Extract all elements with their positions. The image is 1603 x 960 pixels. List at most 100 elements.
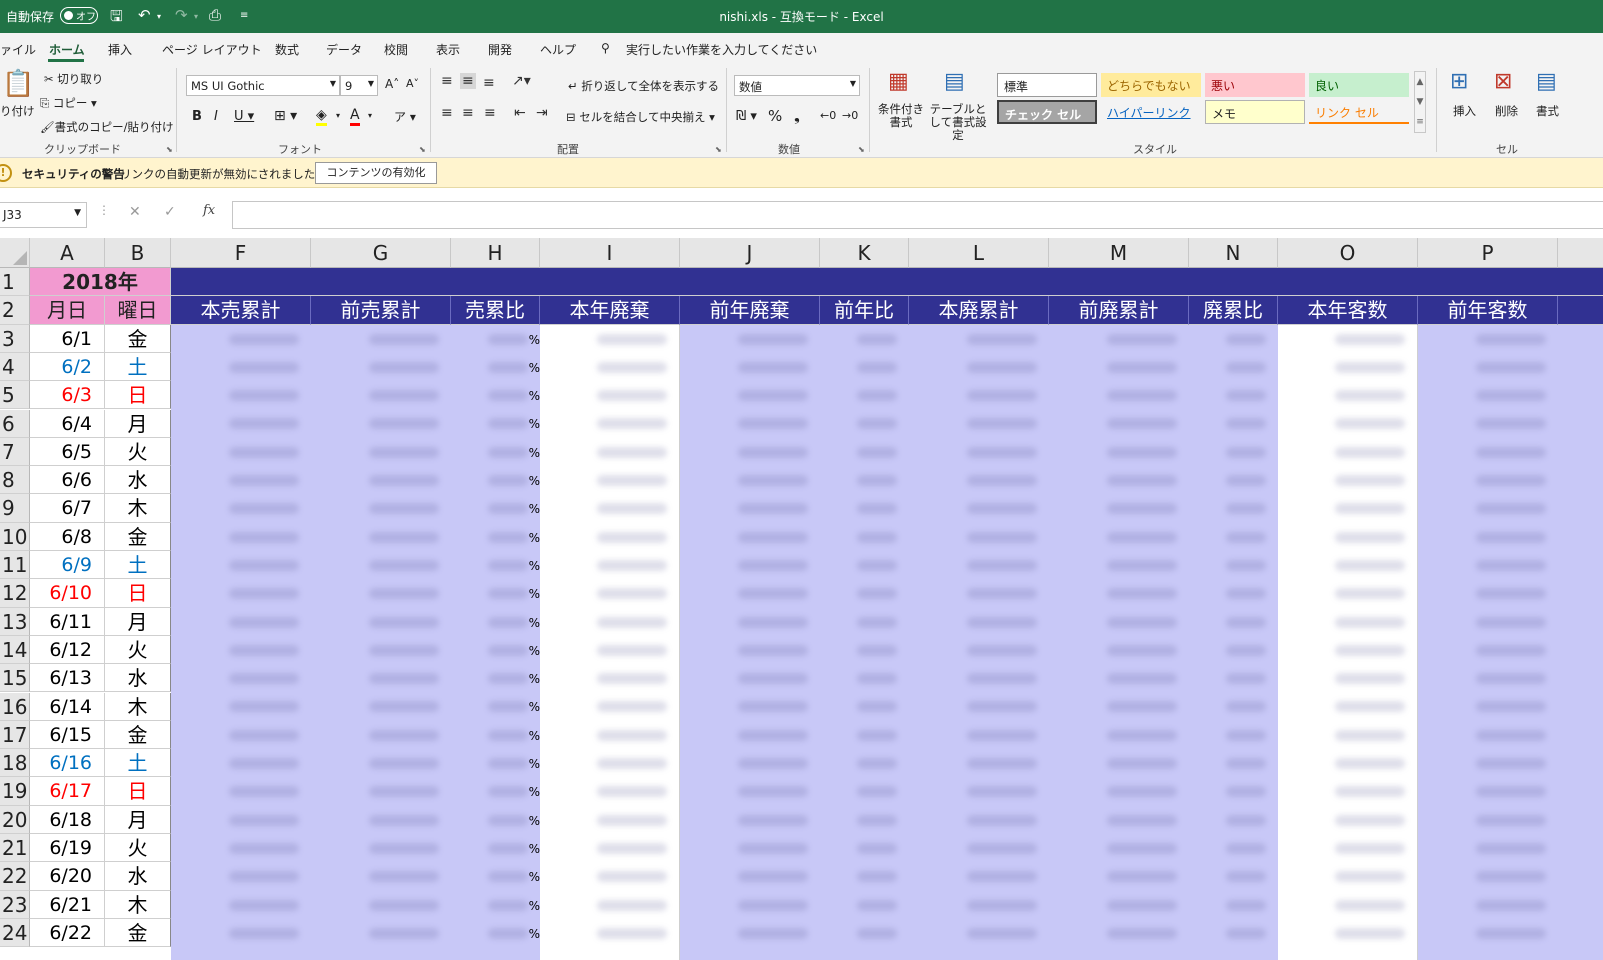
style-note[interactable]: メモ bbox=[1205, 100, 1305, 124]
chevron-down-icon[interactable]: ▾ bbox=[368, 111, 372, 120]
column-header-k[interactable]: K bbox=[820, 238, 909, 268]
weekday-cell[interactable]: 月 bbox=[105, 607, 171, 636]
weekday-cell[interactable]: 火 bbox=[105, 635, 171, 665]
date-cell[interactable]: 6/1 bbox=[30, 324, 105, 353]
row-header[interactable]: 17 bbox=[0, 720, 30, 750]
underline-button[interactable]: U ▾ bbox=[234, 109, 254, 124]
column-header-p[interactable]: P bbox=[1418, 238, 1558, 268]
date-cell[interactable]: 6/17 bbox=[30, 777, 105, 806]
copy-button[interactable]: ⎘ コピー ▾ bbox=[40, 95, 97, 111]
percent-icon[interactable]: % bbox=[768, 107, 782, 125]
align-left-icon[interactable]: ≡ bbox=[441, 105, 453, 121]
date-cell[interactable]: 6/8 bbox=[30, 522, 105, 551]
dow-header[interactable]: 曜日 bbox=[105, 296, 171, 325]
tab-view[interactable]: 表示 bbox=[436, 41, 460, 58]
style-normal[interactable]: 標準 bbox=[997, 73, 1097, 97]
tell-me-box[interactable]: 実行したい作業を入力してください bbox=[626, 41, 817, 58]
weekday-cell[interactable]: 日 bbox=[105, 381, 171, 410]
date-cell[interactable]: 6/7 bbox=[30, 494, 105, 523]
align-middle-icon[interactable]: ≡ bbox=[460, 73, 476, 89]
date-cell[interactable]: 6/15 bbox=[30, 720, 105, 750]
row-header[interactable]: 4 bbox=[0, 352, 30, 382]
weekday-cell[interactable]: 火 bbox=[105, 834, 171, 863]
row-header[interactable]: 10 bbox=[0, 522, 30, 551]
format-as-table-button[interactable]: テーブルとして書式設定 bbox=[926, 103, 990, 142]
column-header-h[interactable]: H bbox=[451, 238, 540, 268]
tab-insert[interactable]: 挿入 bbox=[108, 41, 132, 58]
grow-font-icon[interactable]: A˄ bbox=[385, 77, 399, 91]
date-cell[interactable]: 6/19 bbox=[30, 834, 105, 863]
select-all-button[interactable] bbox=[0, 238, 30, 268]
year-header[interactable]: 2018年 bbox=[30, 268, 171, 297]
style-neutral[interactable]: どちらでもない bbox=[1101, 73, 1201, 97]
insert-cells-button[interactable]: 挿入 bbox=[1453, 103, 1476, 119]
date-cell[interactable]: 6/2 bbox=[30, 352, 105, 382]
shrink-font-icon[interactable]: A˅ bbox=[406, 77, 419, 90]
date-cell[interactable]: 6/22 bbox=[30, 918, 105, 948]
data-column-p[interactable] bbox=[1418, 324, 1558, 960]
column-header-g[interactable]: G bbox=[311, 238, 451, 268]
format-painter-button[interactable]: 🖌書式のコピー/貼り付け bbox=[40, 119, 173, 135]
column-header-m[interactable]: M bbox=[1049, 238, 1189, 268]
tab-formulas[interactable]: 数式 bbox=[275, 41, 299, 58]
row-header[interactable]: 16 bbox=[0, 692, 30, 721]
tab-developer[interactable]: 開発 bbox=[488, 41, 512, 58]
cancel-icon[interactable]: ✕ bbox=[129, 204, 141, 220]
delete-cells-button[interactable]: 削除 bbox=[1495, 103, 1518, 119]
weekday-cell[interactable]: 土 bbox=[105, 551, 171, 580]
date-cell[interactable]: 6/4 bbox=[30, 409, 105, 438]
styles-scroll-icon[interactable]: ▲ ▼ ≡ bbox=[1414, 71, 1426, 133]
currency-icon[interactable]: ₪ ▾ bbox=[736, 109, 757, 124]
row-header[interactable]: 23 bbox=[0, 890, 30, 919]
row-header[interactable]: 3 bbox=[0, 324, 30, 353]
border-icon[interactable]: ⊞ ▾ bbox=[274, 108, 297, 124]
chevron-down-icon[interactable]: ▾ bbox=[336, 111, 340, 120]
weekday-cell[interactable]: 木 bbox=[105, 890, 171, 919]
orientation-icon[interactable]: ↗▾ bbox=[512, 73, 531, 89]
weekday-cell[interactable]: 月 bbox=[105, 409, 171, 438]
column-header-l[interactable]: L bbox=[909, 238, 1049, 268]
data-column-o[interactable] bbox=[1278, 324, 1418, 960]
bold-button[interactable]: B bbox=[192, 109, 202, 124]
weekday-cell[interactable]: 金 bbox=[105, 918, 171, 948]
row-header[interactable]: 18 bbox=[0, 749, 30, 778]
column-header-i[interactable]: I bbox=[540, 238, 680, 268]
fill-color-icon[interactable]: ◈ bbox=[316, 107, 327, 126]
metric-header[interactable]: 前廃累計 bbox=[1049, 296, 1189, 325]
formula-input[interactable] bbox=[232, 201, 1603, 229]
date-cell[interactable]: 6/21 bbox=[30, 890, 105, 919]
column-header-partial[interactable] bbox=[1558, 238, 1603, 268]
date-cell[interactable]: 6/11 bbox=[30, 607, 105, 636]
column-header-n[interactable]: N bbox=[1189, 238, 1278, 268]
wrap-text-button[interactable]: ↵ 折り返して全体を表示する bbox=[568, 78, 719, 94]
tab-data[interactable]: データ bbox=[326, 41, 362, 58]
weekday-cell[interactable]: 金 bbox=[105, 720, 171, 750]
font-size-select[interactable]: 9 ▼ bbox=[340, 75, 378, 96]
metric-header[interactable]: 本年廃棄 bbox=[540, 296, 680, 325]
date-cell[interactable]: 6/6 bbox=[30, 466, 105, 495]
date-cell[interactable]: 6/10 bbox=[30, 579, 105, 608]
row-header[interactable]: 5 bbox=[0, 381, 30, 410]
metric-header[interactable]: 本年客数 bbox=[1278, 296, 1418, 325]
weekday-cell[interactable]: 月 bbox=[105, 805, 171, 834]
date-header[interactable]: 月日 bbox=[30, 296, 105, 325]
weekday-cell[interactable]: 金 bbox=[105, 522, 171, 551]
row-header[interactable]: 2 bbox=[0, 296, 30, 325]
number-launcher-icon[interactable]: ⬊ bbox=[858, 145, 865, 154]
weekday-cell[interactable]: 土 bbox=[105, 352, 171, 382]
row-header[interactable]: 13 bbox=[0, 607, 30, 636]
weekday-cell[interactable]: 土 bbox=[105, 749, 171, 778]
conditional-format-button[interactable]: 条件付き書式 bbox=[878, 103, 924, 129]
date-cell[interactable]: 6/18 bbox=[30, 805, 105, 834]
metric-header[interactable]: 前売累計 bbox=[311, 296, 451, 325]
style-check-cell[interactable]: チェック セル bbox=[997, 100, 1097, 124]
row-header[interactable]: 9 bbox=[0, 494, 30, 523]
date-cell[interactable]: 6/9 bbox=[30, 551, 105, 580]
worksheet-grid[interactable]: A B F G H I J K L M N O P 1 2 3 4 5 6 7 8 9 10 11 12 13 14 15 16 17 18… bbox=[0, 238, 1603, 960]
column-header-o[interactable]: O bbox=[1278, 238, 1418, 268]
date-cell[interactable]: 6/5 bbox=[30, 437, 105, 467]
tab-review[interactable]: 校閲 bbox=[384, 41, 408, 58]
weekday-cell[interactable]: 日 bbox=[105, 777, 171, 806]
metric-header[interactable]: 前年廃棄 bbox=[680, 296, 820, 325]
row-header[interactable]: 12 bbox=[0, 579, 30, 608]
